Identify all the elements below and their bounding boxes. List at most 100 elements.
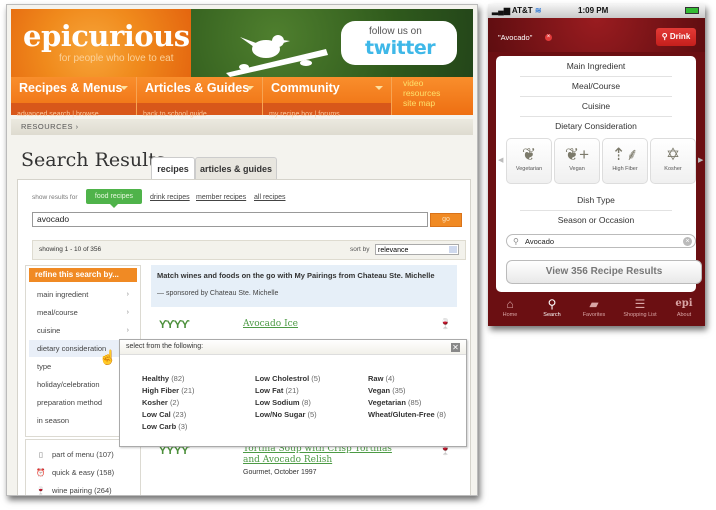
option-count: (3) [178, 422, 188, 431]
option-name: Low Sodium [255, 398, 300, 407]
dietary-option[interactable]: Raw (4) [368, 374, 395, 383]
popup-heading: select from the following: [120, 340, 466, 355]
refine-meal-course[interactable]: meal/course › [29, 304, 137, 321]
filter-quick-easy[interactable]: ⏰ quick & easy (158) [36, 468, 114, 477]
row-meal-course[interactable]: Meal/Course [520, 76, 672, 97]
logo[interactable]: epicurious [23, 19, 190, 53]
nav-sub-text[interactable]: back to school guide [143, 111, 207, 118]
nav-sublinks: my recipe box | forums [263, 103, 391, 118]
drink-search-button[interactable]: ⚲ Drink [656, 28, 696, 46]
tab-about[interactable]: epi About [664, 296, 704, 318]
tile-vegan[interactable]: ❦+ Vegan [554, 138, 600, 184]
nav-sublinks: advanced search | browse [11, 103, 136, 118]
dietary-option[interactable]: Kosher (2) [142, 398, 179, 407]
tab-shopping-list[interactable]: ☰ Shopping List [618, 296, 662, 318]
tile-high-fiber[interactable]: ⇡⸙ High Fiber [602, 138, 648, 184]
dietary-option[interactable]: Wheat/Gluten-Free (8) [368, 410, 446, 419]
nav-recipes-menus[interactable]: Recipes & Menus advanced search | browse [11, 77, 137, 118]
dietary-option[interactable]: Vegetarian (85) [368, 398, 421, 407]
dietary-option[interactable]: Low/No Sugar (5) [255, 410, 317, 419]
tagline: for people who love to eat [59, 53, 174, 64]
promo-title[interactable]: Match wines and foods on the go with My … [157, 271, 447, 280]
clear-term-icon[interactable]: × [545, 34, 552, 41]
nav-label: Community [271, 81, 340, 95]
filter-label: wine pairing (264) [52, 486, 112, 495]
row-cuisine[interactable]: Cuisine [520, 96, 672, 117]
go-button[interactable]: go [430, 213, 462, 227]
view-results-button[interactable]: View 356 Recipe Results [506, 260, 702, 284]
dietary-option[interactable]: Low Sodium (8) [255, 398, 311, 407]
row-season-occasion[interactable]: Season or Occasion [520, 210, 672, 230]
filter-member-recipes[interactable]: member recipes [196, 194, 246, 201]
option-name: Low Cal [142, 410, 171, 419]
dietary-option[interactable]: Healthy (82) [142, 374, 185, 383]
tab-favorites[interactable]: ▰ Favorites [574, 296, 614, 318]
sponsored-promo[interactable]: Match wines and foods on the go with My … [151, 265, 457, 307]
tab-articles-guides[interactable]: articles & guides [195, 157, 277, 180]
tab-recipes[interactable]: recipes [151, 157, 195, 181]
filter-wine-pairing[interactable]: 🍷 wine pairing (264) [36, 486, 112, 495]
chevron-down-icon[interactable] [246, 86, 254, 90]
wifi-icon: ≋ [534, 6, 542, 15]
option-count: (82) [171, 374, 185, 383]
refine-main-ingredient[interactable]: main ingredient › [29, 286, 137, 303]
row-dish-type[interactable]: Dish Type [520, 190, 672, 211]
filter-food-recipes[interactable]: food recipes [86, 189, 142, 208]
dietary-option[interactable]: Low Carb (3) [142, 422, 187, 431]
menu-icon: ▯ [38, 450, 44, 459]
scroll-left-icon[interactable]: ◀ [498, 156, 503, 164]
nav-sub-text[interactable]: advanced search | browse [17, 111, 99, 118]
epi-logo-icon: epi [675, 298, 693, 309]
close-icon[interactable]: ✕ [451, 343, 460, 352]
show-results-label: show results for [32, 194, 78, 201]
option-name: High Fiber [142, 386, 180, 395]
search-field[interactable]: ⚲ Avocado × [506, 234, 696, 248]
tile-vegetarian[interactable]: ❦ Vegetarian [506, 138, 552, 184]
resources-link[interactable]: resources [403, 88, 440, 98]
option-name: Healthy [142, 374, 170, 383]
scroll-right-icon[interactable]: ▶ [698, 156, 703, 164]
twitter-follow-badge[interactable]: follow us on twitter [341, 21, 457, 65]
option-count: (2) [169, 398, 180, 407]
row-main-ingredient[interactable]: Main Ingredient [520, 56, 672, 77]
tile-kosher[interactable]: ✡ Kosher [650, 138, 696, 184]
sort-select[interactable]: relevance [375, 244, 459, 255]
tab-label: Shopping List [623, 312, 657, 318]
chevron-right-icon: › [126, 309, 129, 316]
dietary-option[interactable]: Low Fat (21) [255, 386, 299, 395]
filter-drink-recipes[interactable]: drink recipes [150, 194, 190, 201]
bird-icon [226, 35, 328, 77]
chevron-down-icon[interactable] [120, 86, 128, 90]
dietary-option[interactable]: Low Cholestrol (5) [255, 374, 320, 383]
refine-cuisine[interactable]: cuisine › [29, 322, 137, 339]
nav-community[interactable]: Community my recipe box | forums [263, 77, 392, 118]
nav-articles-guides[interactable]: Articles & Guides back to school guide [137, 77, 263, 118]
dietary-option[interactable]: Low Cal (23) [142, 410, 186, 419]
dietary-option[interactable]: High Fiber (21) [142, 386, 195, 395]
chevron-down-icon[interactable] [375, 86, 383, 90]
option-name: Wheat/Gluten-Free [368, 410, 435, 419]
tab-search[interactable]: ⚲ Search [532, 296, 572, 318]
star-of-david-icon: ✡ [665, 145, 681, 164]
site-map-link[interactable]: site map [403, 98, 440, 108]
option-name: Vegan [368, 386, 391, 395]
video-link[interactable]: video [403, 78, 440, 88]
nav-sub-text[interactable]: my recipe box | forums [269, 111, 340, 118]
breadcrumb[interactable]: RESOURCES › [11, 119, 473, 135]
clear-icon[interactable]: × [683, 237, 692, 246]
option-count: (21) [285, 386, 299, 395]
tab-home[interactable]: ⌂ Home [490, 296, 530, 318]
nav-label: Recipes & Menus [19, 81, 123, 95]
dietary-option[interactable]: Vegan (35) [368, 386, 406, 395]
option-count: (8) [301, 398, 311, 407]
filter-all-recipes[interactable]: all recipes [254, 194, 286, 201]
row-dietary-consideration[interactable]: Dietary Consideration [520, 116, 672, 136]
recipe-link[interactable]: Tortilla Soup with Crisp Tortillas and A… [243, 444, 393, 466]
search-input[interactable]: avocado [32, 212, 428, 227]
filter-part-of-menu[interactable]: ▯ part of menu (107) [36, 450, 114, 459]
tab-label: Home [502, 312, 518, 318]
tile-label: Vegetarian [515, 166, 543, 172]
iphone-app-screen: ▂▄▆ AT&T ≋ 1:09 PM "Avocado" × ⚲ Drink M… [488, 4, 705, 326]
battery-icon [685, 7, 699, 14]
recipe-link[interactable]: Avocado Ice [243, 319, 298, 330]
